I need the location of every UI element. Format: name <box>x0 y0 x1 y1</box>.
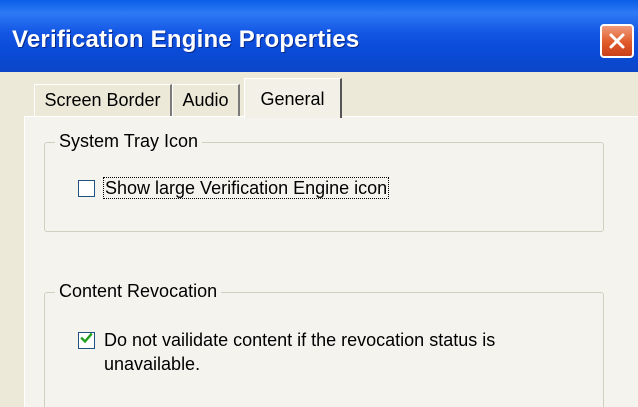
close-button[interactable] <box>600 24 634 58</box>
tab-screen-border[interactable]: Screen Border <box>34 84 172 116</box>
tab-label: Screen Border <box>44 90 161 110</box>
checkmark-icon <box>80 332 93 350</box>
title-bar[interactable]: Verification Engine Properties <box>0 0 638 72</box>
do-not-validate-label-line2[interactable]: unavailable. <box>104 353 200 375</box>
tab-label: Audio <box>182 90 229 110</box>
tab-general[interactable]: General <box>244 78 342 118</box>
group-legend: System Tray Icon <box>55 131 203 152</box>
show-large-icon-checkbox[interactable] <box>78 180 95 197</box>
tab-page-edge <box>342 116 638 117</box>
show-large-icon-label[interactable]: Show large Verification Engine icon <box>102 177 390 199</box>
do-not-validate-label-line1[interactable]: Do not vailidate content if the revocati… <box>104 329 495 351</box>
tab-label: General <box>260 89 325 109</box>
window-title: Verification Engine Properties <box>12 26 360 53</box>
checkbox-label-text: Show large Verification Engine icon <box>102 177 390 199</box>
properties-dialog: Verification Engine Properties Screen Bo… <box>0 0 638 407</box>
tab-audio[interactable]: Audio <box>172 84 240 116</box>
close-icon <box>607 31 627 51</box>
do-not-validate-checkbox[interactable] <box>78 332 95 349</box>
group-legend: Content Revocation <box>55 281 222 302</box>
